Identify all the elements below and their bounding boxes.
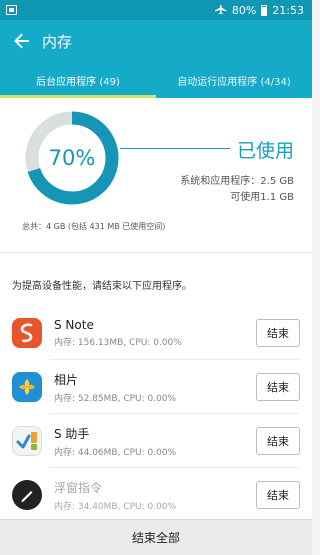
tab-background-apps[interactable]: 后台应用程序 (49) — [0, 62, 156, 98]
list-item: 相片 内存: 52.85MB, CPU: 0.00% 结束 — [0, 360, 312, 414]
s-note-icon — [12, 318, 42, 348]
back-arrow-icon[interactable] — [10, 29, 34, 53]
status-time: 21:53 — [272, 3, 304, 17]
end-button[interactable]: 结束 — [256, 373, 300, 401]
app-usage: 内存: 156.13MB, CPU: 0.00% — [54, 338, 182, 348]
app-name: 相片 — [54, 372, 79, 387]
end-button[interactable]: 结束 — [256, 319, 300, 347]
app-bar: 内存 — [0, 20, 312, 62]
list-item: S 助手 内存: 44.06MB, CPU: 0.00% 结束 — [0, 414, 312, 468]
end-button[interactable]: 结束 — [256, 427, 300, 455]
end-all-button[interactable]: 结束全部 — [0, 519, 312, 555]
status-bar: 80% 21:53 — [0, 0, 312, 20]
sim-card-icon — [6, 5, 17, 15]
app-usage: 内存: 44.06MB, CPU: 0.00% — [54, 447, 177, 458]
gauge-percent: 70% — [48, 146, 96, 170]
used-connector-line — [120, 148, 230, 149]
s-assistant-icon — [12, 426, 42, 456]
available-memory: 可使用1.1 GB — [230, 192, 294, 203]
total-memory: 总共：4 GB (包括 431 MB 已使用空间) — [22, 222, 166, 231]
system-apps-usage: 系统和应用程序：2.5 GB — [180, 176, 294, 187]
app-name: S 助手 — [54, 426, 90, 441]
list-item: 浮窗指令 内存: 34.40MB, CPU: 0.00% 结束 — [0, 468, 312, 522]
airplane-mode-icon — [214, 4, 227, 14]
used-label: 已使用 — [236, 140, 294, 162]
end-all-label: 结束全部 — [131, 531, 180, 545]
section-title: 为提高设备性能，请结束以下应用程序。 — [12, 281, 192, 292]
app-name: 浮窗指令 — [54, 480, 103, 495]
tab-label: 后台应用程序 (49) — [36, 76, 120, 88]
list-item: S Note 内存: 156.13MB, CPU: 0.00% 结束 — [0, 306, 312, 360]
end-button[interactable]: 结束 — [256, 481, 300, 509]
memory-summary: 70% 已使用 系统和应用程序：2.5 GB 可使用1.1 GB 总共：4 GB… — [0, 98, 312, 253]
gallery-icon — [12, 372, 42, 402]
app-usage: 内存: 52.85MB, CPU: 0.00% — [54, 393, 177, 404]
running-apps-section: 为提高设备性能，请结束以下应用程序。 S Note 内存: 156.13MB, … — [0, 253, 312, 519]
tab-autorun-apps[interactable]: 自动运行应用程序 (4/34) — [156, 62, 312, 98]
page-title: 内存 — [42, 32, 73, 51]
air-command-icon — [12, 480, 42, 510]
battery-percent: 80% — [231, 3, 257, 17]
battery-icon — [261, 4, 268, 16]
app-name: S Note — [54, 318, 94, 332]
tab-label: 自动运行应用程序 (4/34) — [177, 76, 291, 88]
tab-bar: 后台应用程序 (49) 自动运行应用程序 (4/34) — [0, 62, 312, 98]
app-usage: 内存: 34.40MB, CPU: 0.00% — [54, 501, 177, 512]
